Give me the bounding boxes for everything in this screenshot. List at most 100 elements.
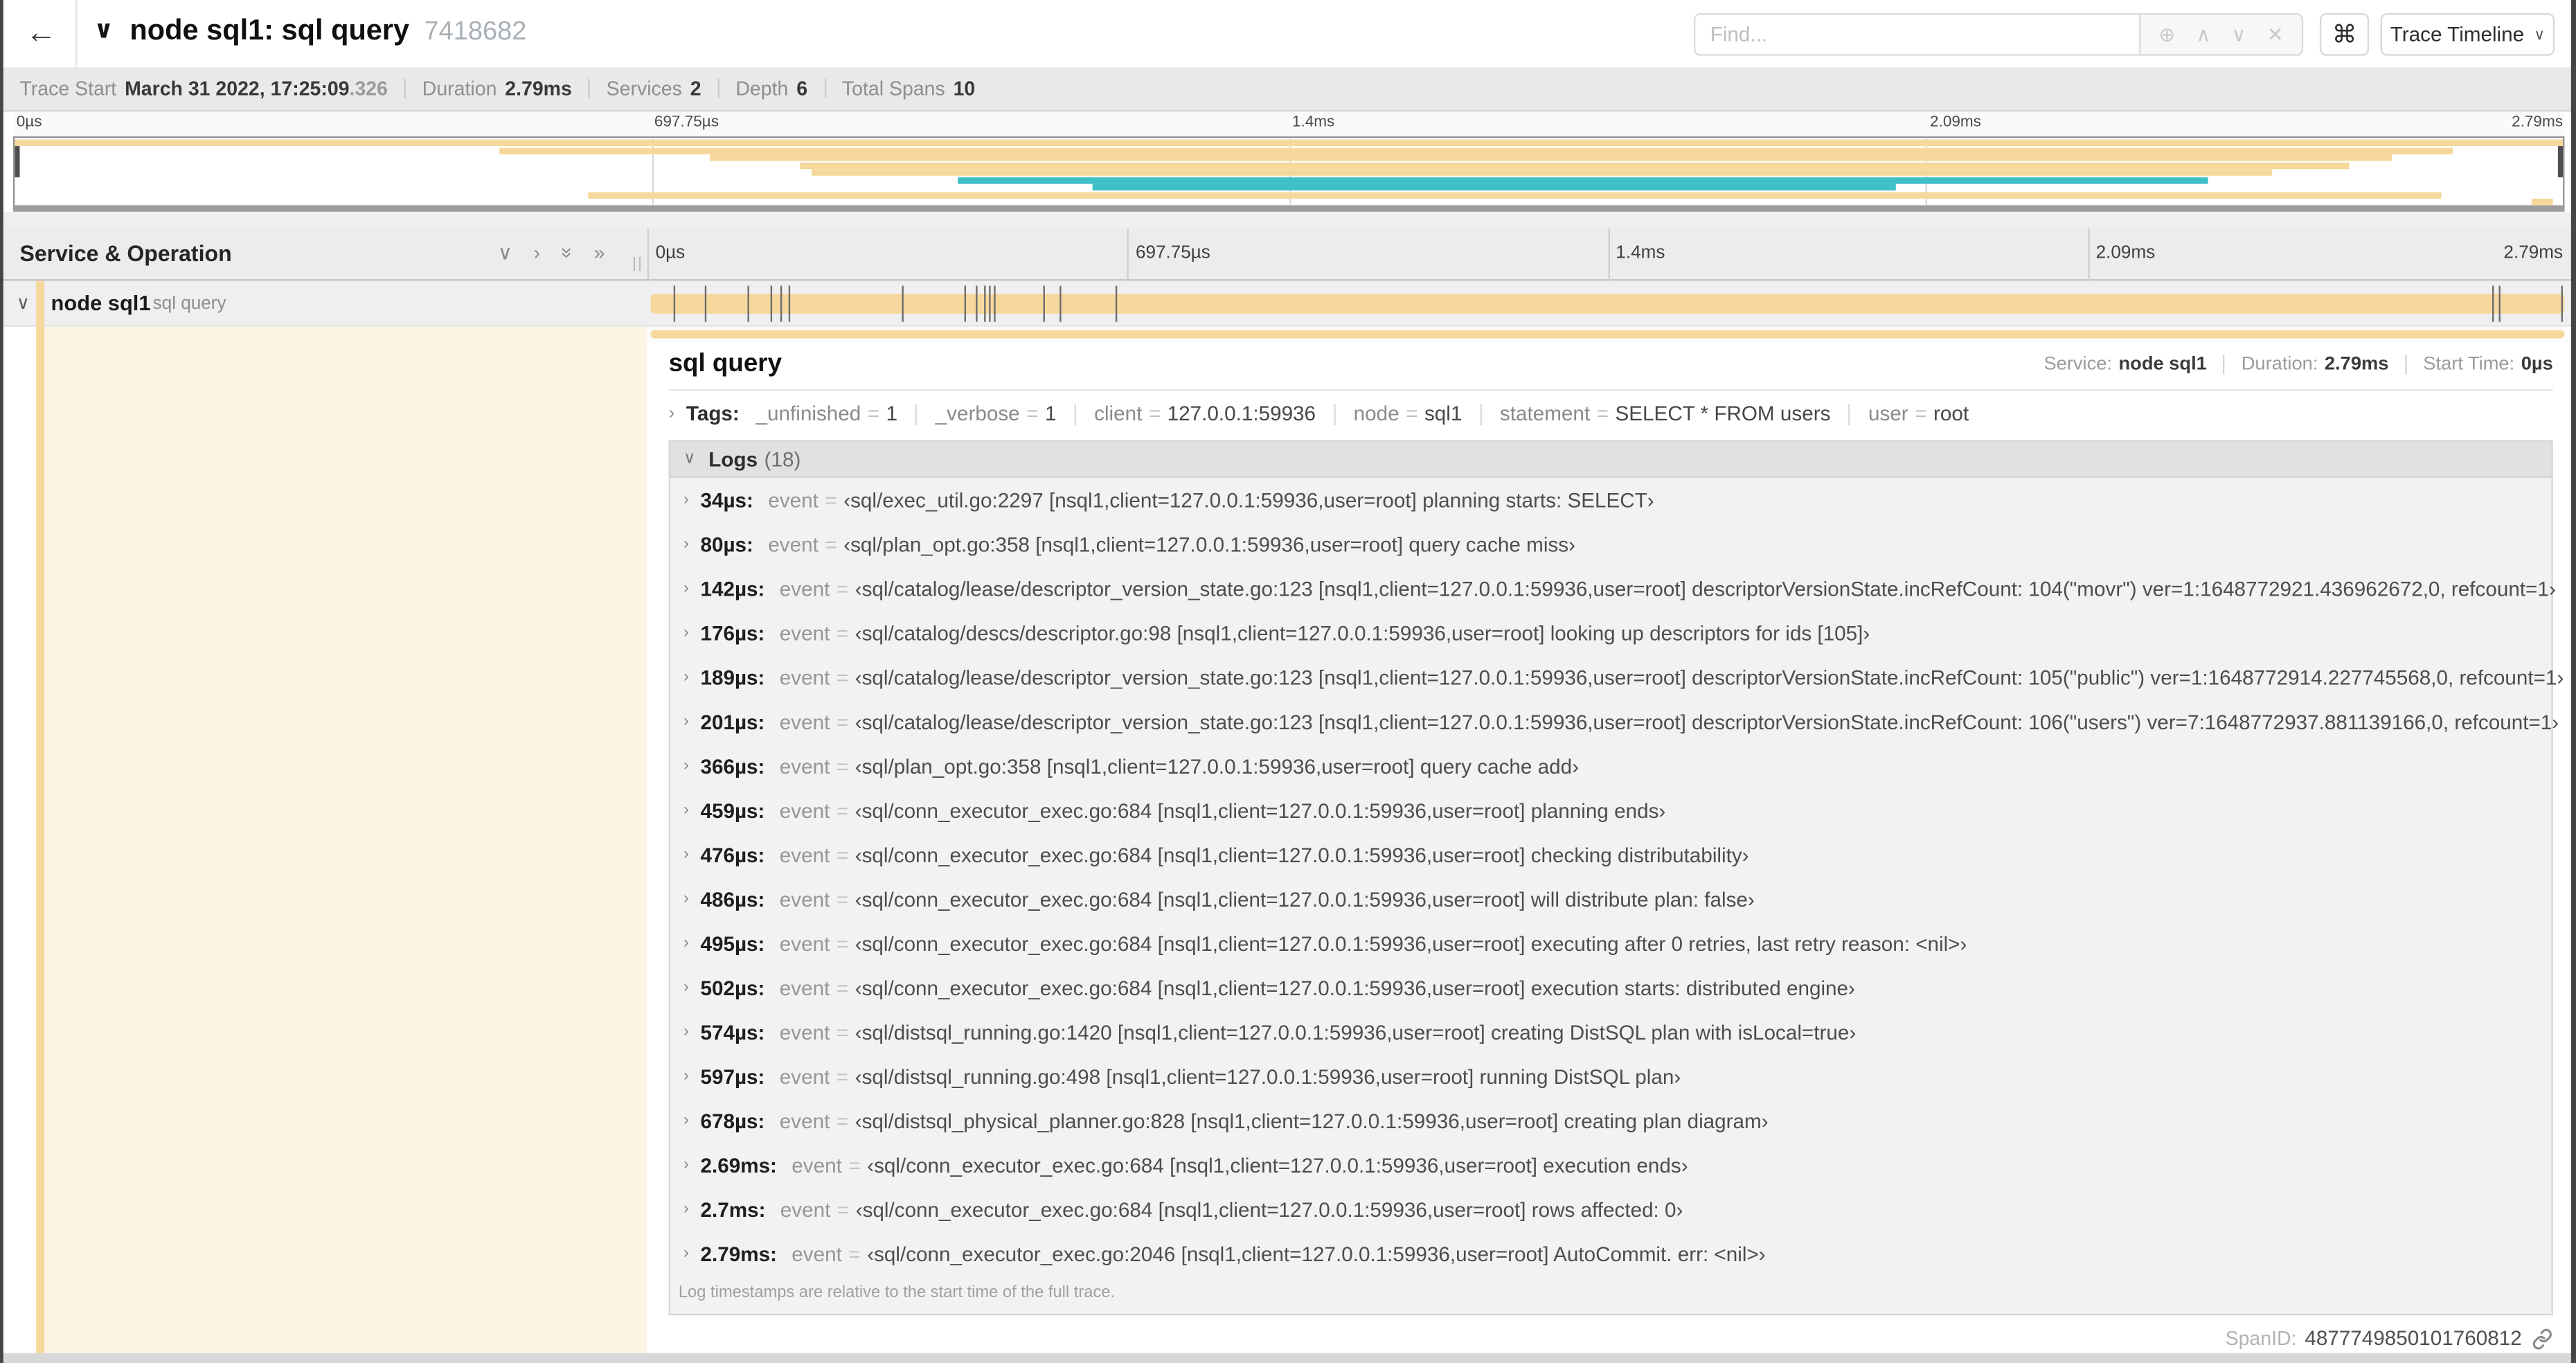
meta-value: 2.79ms [2324, 355, 2389, 375]
chevron-right-icon: › [683, 801, 689, 820]
clear-search-icon[interactable]: ✕ [2267, 23, 2284, 46]
summary-value: 2.79ms [505, 77, 572, 100]
minimap-span-bar [812, 169, 2273, 176]
log-timestamp: 34µs: [700, 488, 753, 512]
chevron-right-icon: › [683, 1245, 689, 1263]
span-id-value: 4877749850101760812 [2305, 1326, 2522, 1351]
minimap-span-bar [957, 176, 2209, 184]
chevron-right-icon: › [683, 535, 689, 554]
log-row[interactable]: › 678µs: event = ‹sql/distsql_physical_plann… [670, 1098, 2551, 1143]
locate-icon[interactable]: ⊕ [2158, 23, 2175, 46]
keyboard-shortcuts-button[interactable]: ⌘ [2319, 12, 2370, 56]
next-result-icon[interactable]: ∨ [2232, 23, 2246, 46]
tag-key: statement [1499, 402, 1591, 426]
span-service-name: node sql1 [51, 290, 151, 316]
page-title: node sql1: sql query 7418682 [129, 13, 526, 48]
link-icon[interactable] [2532, 1328, 2553, 1349]
column-resizer-handle[interactable]: || [632, 255, 643, 271]
log-timestamp: 189µs: [700, 666, 765, 689]
collapse-all-icon[interactable]: » [555, 247, 578, 258]
log-timestamp: 574µs: [700, 1020, 765, 1044]
timeline-ruler: 0µs 697.75µs 1.4ms 2.09ms 2.79ms [647, 228, 2571, 281]
span-row[interactable]: ∨ node sql1 sql query [0, 280, 2576, 327]
minimap-left-handle[interactable] [15, 143, 20, 178]
log-timestamp: 2.79ms: [700, 1242, 777, 1265]
log-equals: = [836, 621, 849, 645]
log-row[interactable]: › 142µs: event = ‹sql/catalog/lease/descript… [670, 567, 2556, 611]
back-arrow-icon[interactable]: ← [17, 10, 66, 57]
log-row[interactable]: › 476µs: event = ‹sql/conn_executor_exec.go:… [670, 832, 2551, 877]
minimap-span-bar [15, 139, 2564, 147]
log-row[interactable]: › 2.69ms: event = ‹sql/conn_executor_exec.go… [670, 1143, 2551, 1187]
log-equals: = [836, 577, 849, 600]
detail-operation-title: sql query [668, 350, 782, 378]
tags-row[interactable]: › Tags: _unfinished = 1 _verbose = 1 client = 127.… [669, 402, 1969, 425]
chevron-right-icon[interactable]: › [669, 404, 675, 423]
log-field-value: ‹sql/catalog/descs/descriptor.go:98 [nsq… [855, 621, 1870, 645]
bottom-window-edge [0, 1353, 2576, 1363]
chevron-down-icon: ∨ [2534, 25, 2546, 42]
service-operation-title: Service & Operation [19, 241, 232, 267]
log-row[interactable]: › 189µs: event = ‹sql/catalog/lease/descript… [670, 655, 2564, 700]
log-row[interactable]: › 502µs: event = ‹sql/conn_executor_exec.go:… [670, 965, 2551, 1010]
span-detail-content: sql query Service: node sql1 Duration: 2.79… [647, 326, 2571, 1353]
chevron-right-icon: › [683, 1023, 689, 1042]
log-field-key: event [779, 1020, 830, 1044]
span-id-row: SpanID: 4877749850101760812 [2226, 1327, 2553, 1350]
log-row[interactable]: › 459µs: event = ‹sql/conn_executor_exec.go:… [670, 788, 2551, 832]
minimap-span-bar [588, 191, 2441, 198]
prev-result-icon[interactable]: ∧ [2197, 23, 2211, 46]
expand-all-icon[interactable]: » [594, 242, 605, 265]
detail-divider [668, 389, 2553, 391]
log-row[interactable]: › 486µs: event = ‹sql/conn_executor_exec.go:… [670, 877, 2551, 921]
meta-separator [2405, 355, 2407, 375]
log-row[interactable]: › 2.79ms: event = ‹sql/conn_executor_exec.go… [670, 1231, 2551, 1276]
log-field-key: event [768, 533, 819, 556]
log-row[interactable]: › 201µs: event = ‹sql/catalog/lease/descript… [670, 700, 2559, 744]
log-timestamp: 366µs: [700, 754, 765, 778]
log-row[interactable]: › 574µs: event = ‹sql/distsql_running.go:142… [670, 1010, 2551, 1054]
meta-label: Service: [2043, 355, 2113, 375]
log-field-value: ‹sql/conn_executor_exec.go:684 [nsql1,cl… [867, 1153, 1688, 1177]
log-row[interactable]: › 176µs: event = ‹sql/catalog/descs/descript… [670, 611, 2551, 655]
expand-one-icon[interactable]: › [534, 242, 540, 265]
minimap-right-handle[interactable] [2557, 143, 2564, 178]
log-field-key: event [791, 1153, 842, 1177]
collapse-one-icon[interactable]: ∨ [498, 242, 512, 265]
log-field-value: ‹sql/conn_executor_exec.go:684 [nsql1,cl… [855, 843, 1749, 866]
span-collapse-caret-icon[interactable]: ∨ [17, 292, 30, 313]
log-field-key: event [768, 488, 819, 512]
find-input[interactable] [1693, 12, 2139, 56]
top-header: ← ∨ node sql1: sql query7418682 ⊕ ∧ ∨ ✕ … [0, 0, 2576, 68]
log-timestamp: 459µs: [700, 799, 765, 822]
collapse-controls: ∨ › » » [498, 242, 605, 265]
minimap-canvas[interactable] [12, 136, 2565, 212]
log-row[interactable]: › 495µs: event = ‹sql/conn_executor_exec.go:… [670, 921, 2551, 965]
log-equals: = [836, 754, 849, 778]
trace-collapse-caret-icon[interactable]: ∨ [93, 15, 114, 44]
log-tick-mark [747, 285, 750, 322]
log-row[interactable]: › 80µs: event = ‹sql/plan_opt.go:358 [nsql1,… [670, 522, 2551, 567]
tag-separator [1848, 403, 1850, 425]
logs-header[interactable]: ∨ Logs (18) [670, 441, 2552, 478]
summary-value: 10 [953, 77, 976, 100]
log-row[interactable]: › 2.7ms: event = ‹sql/conn_executor_exec.go:… [670, 1187, 2551, 1231]
minimap-span-bar [1092, 184, 1895, 191]
log-row[interactable]: › 366µs: event = ‹sql/plan_opt.go:358 [nsql1… [670, 744, 2551, 788]
view-dropdown-label: Trace Timeline [2390, 23, 2525, 46]
minimap-ruler: 0µs 697.75µs 1.4ms 2.09ms 2.79ms [12, 112, 2565, 136]
tag-equals: = [1148, 402, 1161, 426]
log-equals: = [836, 887, 849, 911]
meta-label: Start Time: [2423, 355, 2515, 375]
log-timestamp: 476µs: [700, 843, 765, 866]
chevron-right-icon: › [683, 490, 689, 510]
view-dropdown-button[interactable]: Trace Timeline ∨ [2380, 12, 2555, 56]
log-row[interactable]: › 597µs: event = ‹sql/distsql_running.go:498… [670, 1054, 2551, 1098]
tag-value: sql1 [1424, 402, 1463, 426]
tag-key: client [1094, 402, 1143, 426]
log-row[interactable]: › 34µs: event = ‹sql/exec_util.go:2297 [nsql… [670, 478, 2551, 522]
log-field-value: ‹sql/conn_executor_exec.go:684 [nsql1,cl… [855, 932, 1967, 955]
chevron-right-icon: › [683, 757, 689, 776]
span-bar-area[interactable] [647, 280, 2568, 326]
span-duration-bar[interactable] [650, 294, 2565, 314]
